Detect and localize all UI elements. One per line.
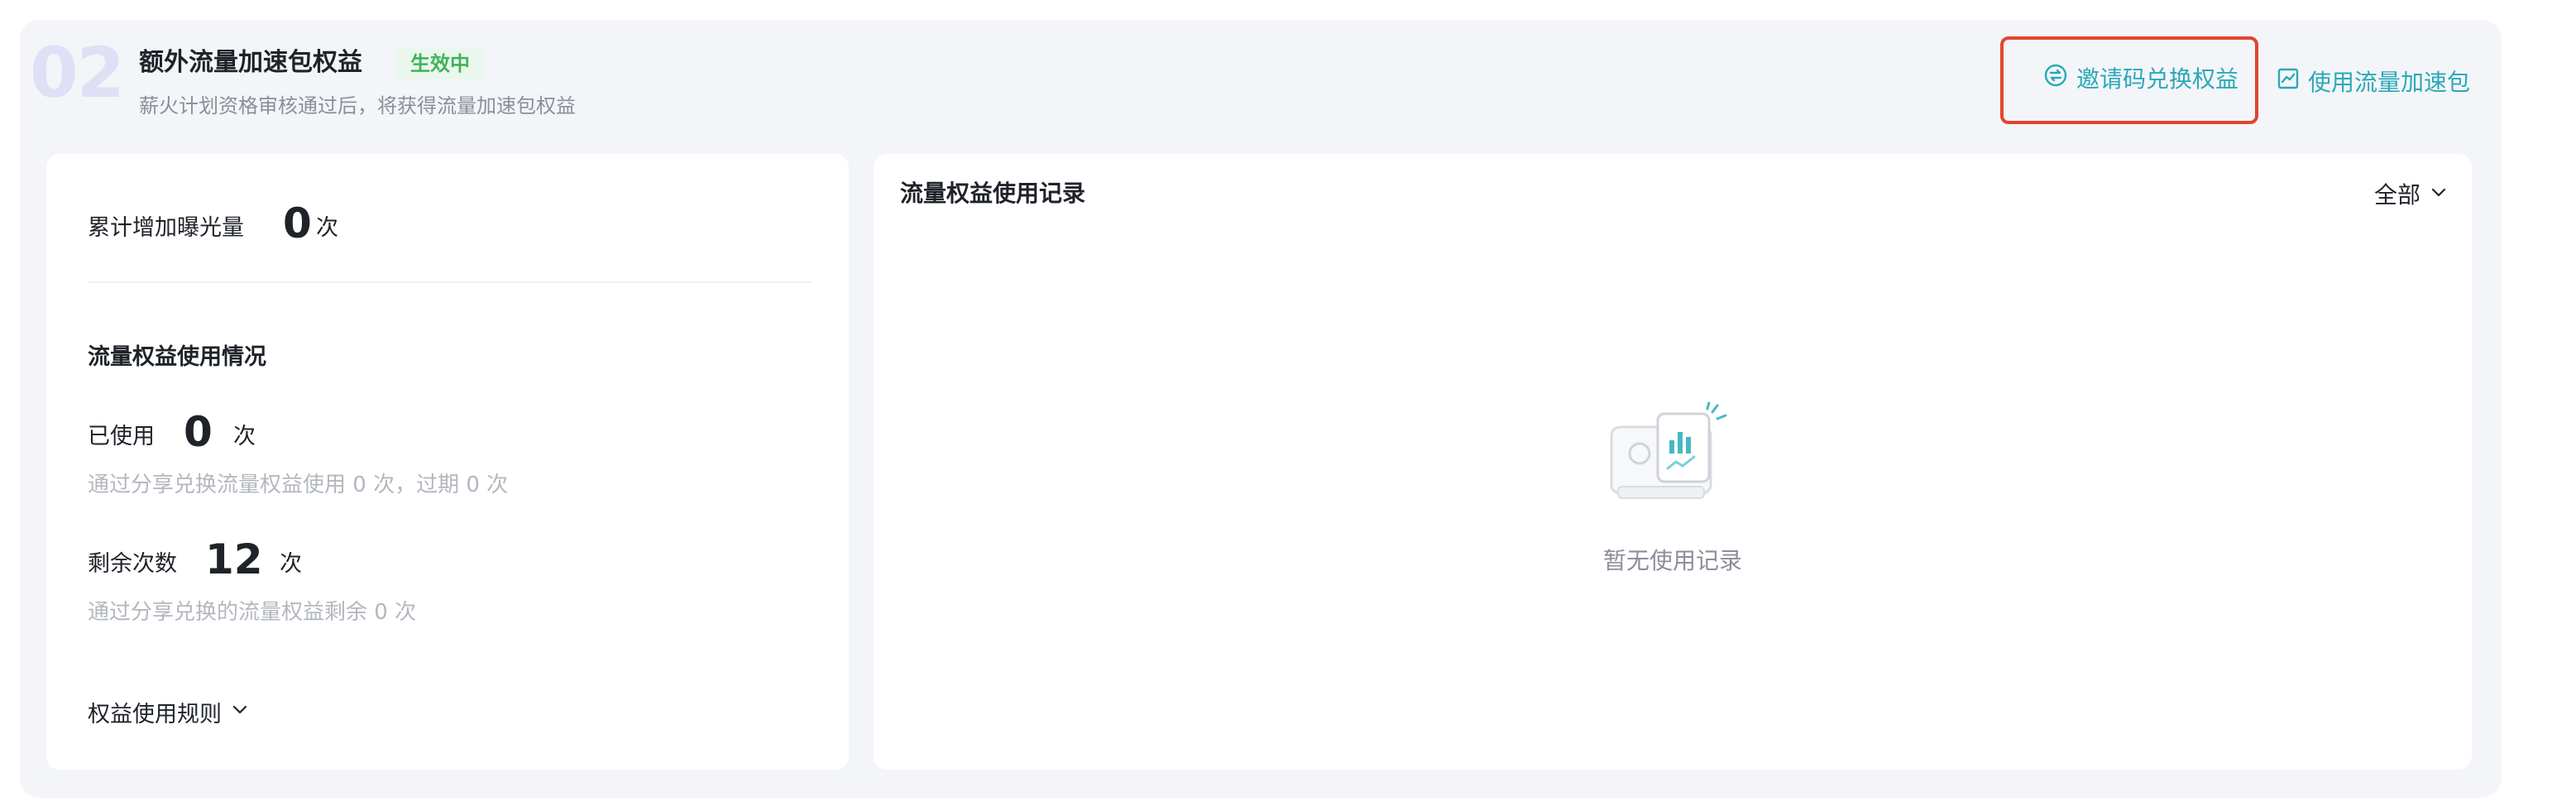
used-label: 已使用 [88,424,155,449]
section-title: 额外流量加速包权益 [139,48,362,77]
usage-records-card: 流量权益使用记录 全部 暂无使用记录 [874,154,2472,770]
empty-state-illustration [1606,401,1739,510]
remaining-note: 通过分享兑换的流量权益剩余 0 次 [88,600,417,625]
exposure-label: 累计增加曝光量 [88,215,244,241]
remaining-value: 12 [205,535,263,583]
exposure-unit: 次 [316,215,338,241]
usage-summary-card: 累计增加曝光量 0 次 流量权益使用情况 已使用 0 次 通过分享兑换流量权益使… [46,154,849,770]
status-badge: 生效中 [397,48,483,79]
used-value: 0 [184,408,213,456]
used-note: 通过分享兑换流量权益使用 0 次，过期 0 次 [88,473,509,497]
exchange-icon [2043,63,2068,97]
rules-label: 权益使用规则 [88,701,222,727]
invite-code-exchange-button[interactable]: 邀请码兑换权益 [2043,63,2238,96]
divider [88,281,812,283]
use-boost-pack-button[interactable]: 使用流量加速包 [2277,66,2470,99]
empty-state-text: 暂无使用记录 [1602,547,1742,574]
records-filter-dropdown[interactable]: 全部 [2374,175,2449,212]
rules-toggle[interactable]: 权益使用规则 [88,693,250,730]
used-unit: 次 [233,424,256,449]
remaining-unit: 次 [280,551,302,577]
chevron-down-icon [2429,180,2449,208]
section-subtitle: 薪火计划资格审核通过后，将获得流量加速包权益 [139,94,576,118]
invite-code-exchange-label: 邀请码兑换权益 [2076,65,2239,93]
usage-heading: 流量权益使用情况 [88,344,266,370]
records-filter-label: 全部 [2373,181,2420,209]
exposure-value: 0 [283,199,312,247]
section-number: 02 [30,32,125,113]
use-boost-pack-label: 使用流量加速包 [2308,69,2471,96]
remaining-label: 剩余次数 [88,551,177,577]
trend-chart-icon [2277,66,2300,99]
chevron-down-icon [230,699,250,725]
records-title: 流量权益使用记录 [900,180,1086,207]
